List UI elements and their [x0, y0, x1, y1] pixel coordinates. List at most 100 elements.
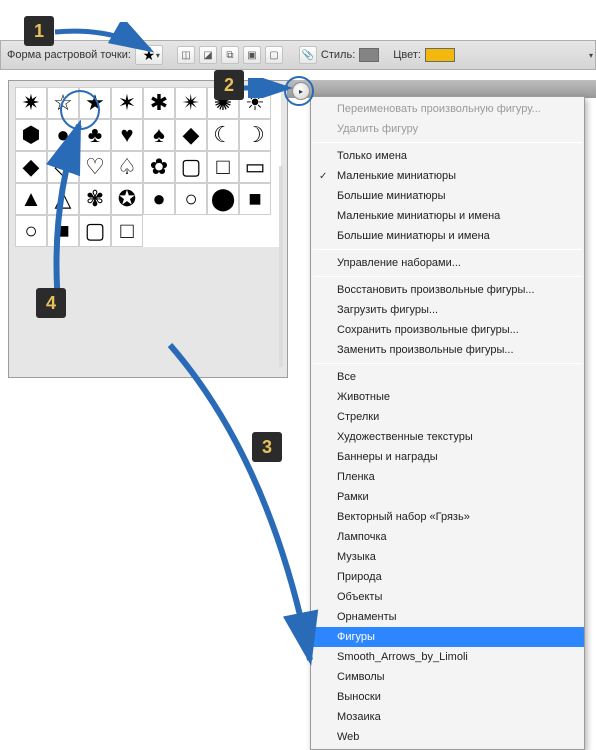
menu-item[interactable]: Мозаика — [311, 707, 584, 727]
shape-circle-outline-big[interactable]: ○ — [15, 215, 47, 247]
menu-item[interactable]: Объекты — [311, 587, 584, 607]
shape-dropdown[interactable]: ★ ▾ — [135, 45, 163, 65]
shape-club[interactable]: ♣ — [79, 119, 111, 151]
menu-item[interactable]: Smooth_Arrows_by_Limoli — [311, 647, 584, 667]
menu-item-label: Web — [337, 731, 359, 743]
shape-moon[interactable]: ☾ — [207, 119, 239, 151]
menu-item[interactable]: Стрелки — [311, 407, 584, 427]
menu-item[interactable]: Природа — [311, 567, 584, 587]
menu-item[interactable]: Восстановить произвольные фигуры... — [311, 280, 584, 300]
menu-item[interactable]: Художественные текстуры — [311, 427, 584, 447]
attach-icon[interactable]: 📎 — [299, 46, 317, 64]
menu-item[interactable]: Символы — [311, 667, 584, 687]
menu-item[interactable]: Музыка — [311, 547, 584, 567]
shape-flower[interactable]: ✿ — [143, 151, 175, 183]
shape-square-rounded[interactable]: ▢ — [175, 151, 207, 183]
menu-item[interactable]: Загрузить фигуры... — [311, 300, 584, 320]
menu-item[interactable]: Web — [311, 727, 584, 747]
shape-square-empty[interactable]: □ — [111, 215, 143, 247]
geometry-btn-1[interactable]: ◫ — [177, 46, 195, 64]
shape-disc[interactable]: ⬤ — [207, 183, 239, 215]
menu-item[interactable]: Лампочка — [311, 527, 584, 547]
shape-star5-outline[interactable]: ☆ — [47, 87, 79, 119]
shape-triangle-outline[interactable]: △ — [47, 183, 79, 215]
menu-item[interactable]: Векторный набор «Грязь» — [311, 507, 584, 527]
shape-spade[interactable]: ♠ — [143, 119, 175, 151]
menu-item-label: Природа — [337, 571, 382, 583]
menu-item-label: Загрузить фигуры... — [337, 304, 438, 316]
style-swatch[interactable] — [359, 48, 379, 62]
menu-item-label: Удалить фигуру — [337, 123, 418, 135]
shape-hexagon[interactable]: ⬢ — [15, 119, 47, 151]
menu-item[interactable]: Управление наборами... — [311, 253, 584, 273]
shape-square-solid-big[interactable]: ■ — [47, 215, 79, 247]
menu-item[interactable]: Выноски — [311, 687, 584, 707]
scrollbar[interactable] — [279, 166, 283, 367]
menu-item-label: Лампочка — [337, 531, 387, 543]
shape-square-border[interactable]: ▢ — [79, 215, 111, 247]
shape-diamond[interactable]: ◆ — [15, 151, 47, 183]
geometry-btn-4[interactable]: ▣ — [243, 46, 261, 64]
menu-separator — [313, 276, 582, 277]
shape-triangle[interactable]: ▲ — [15, 183, 47, 215]
menu-item[interactable]: Пленка — [311, 467, 584, 487]
menu-item[interactable]: Орнаменты — [311, 607, 584, 627]
shape-diamond-rounded[interactable]: ◆ — [175, 119, 207, 151]
badge-4: 4 — [36, 288, 66, 318]
menu-item[interactable]: Только имена — [311, 146, 584, 166]
shape-circle-outline[interactable]: ○ — [175, 183, 207, 215]
shape-star5[interactable]: ★ — [79, 87, 111, 119]
menu-item[interactable]: Маленькие миниатюры и имена — [311, 206, 584, 226]
menu-item-label: Сохранить произвольные фигуры... — [337, 324, 519, 336]
shape-grid-row2: ○■▢□ — [15, 215, 281, 247]
shape-starburst10[interactable]: ✷ — [15, 87, 47, 119]
menu-item-label: Фигуры — [337, 631, 375, 643]
menu-item-label: Заменить произвольные фигуры... — [337, 344, 514, 356]
color-label: Цвет: — [393, 49, 421, 61]
shape-blob[interactable]: ● — [47, 119, 79, 151]
menu-item-label: Все — [337, 371, 356, 383]
menu-item[interactable]: Животные — [311, 387, 584, 407]
menu-separator — [313, 142, 582, 143]
shape-star6-concave[interactable]: ✱ — [143, 87, 175, 119]
menu-item-label: Smooth_Arrows_by_Limoli — [337, 651, 468, 663]
menu-item[interactable]: Все — [311, 367, 584, 387]
shape-star6[interactable]: ✶ — [111, 87, 143, 119]
shape-amoeba[interactable]: ✾ — [79, 183, 111, 215]
geometry-btn-5[interactable]: ▢ — [265, 46, 283, 64]
play-icon: ▸ — [299, 87, 303, 96]
badge-3: 3 — [252, 432, 282, 462]
shape-square-outline[interactable]: □ — [207, 151, 239, 183]
shape-star-rounded[interactable]: ✪ — [111, 183, 143, 215]
menu-item-label: Орнаменты — [337, 611, 397, 623]
menu-item[interactable]: Рамки — [311, 487, 584, 507]
shape-diamond-outline[interactable]: ◇ — [47, 151, 79, 183]
menu-item[interactable]: Сохранить произвольные фигуры... — [311, 320, 584, 340]
shape-heart[interactable]: ♥ — [111, 119, 143, 151]
flyout-play-button[interactable]: ▸ — [292, 82, 310, 100]
geometry-btn-2[interactable]: ◪ — [199, 46, 217, 64]
shape-star8[interactable]: ✴ — [175, 87, 207, 119]
menu-item-label: Художественные текстуры — [337, 431, 473, 443]
color-swatch[interactable] — [425, 48, 455, 62]
menu-item-label: Векторный набор «Грязь» — [337, 511, 470, 523]
shape-heart-outline[interactable]: ♡ — [79, 151, 111, 183]
geometry-btn-3[interactable]: ⧉ — [221, 46, 239, 64]
menu-item-label: Мозаика — [337, 711, 381, 723]
shape-square-solid[interactable]: ■ — [239, 183, 271, 215]
menu-item[interactable]: Баннеры и награды — [311, 447, 584, 467]
menu-item-label: Маленькие миниатюры — [337, 170, 456, 182]
menu-item[interactable]: Заменить произвольные фигуры... — [311, 340, 584, 360]
shape-circle[interactable]: ● — [143, 183, 175, 215]
menu-item[interactable]: Большие миниатюры и имена — [311, 226, 584, 246]
menu-item-label: Выноски — [337, 691, 381, 703]
shape-frame[interactable]: ▭ — [239, 151, 271, 183]
shape-spade-outline[interactable]: ♤ — [111, 151, 143, 183]
menu-item[interactable]: Большие миниатюры — [311, 186, 584, 206]
shape-moon-filled[interactable]: ☽ — [239, 119, 271, 151]
menu-item-label: Маленькие миниатюры и имена — [337, 210, 500, 222]
menu-item-label: Большие миниатюры и имена — [337, 230, 490, 242]
menu-item[interactable]: ✓Маленькие миниатюры — [311, 166, 584, 186]
menu-item[interactable]: Фигуры — [311, 627, 584, 647]
style-chevron-down-icon: ▾ — [589, 51, 593, 60]
